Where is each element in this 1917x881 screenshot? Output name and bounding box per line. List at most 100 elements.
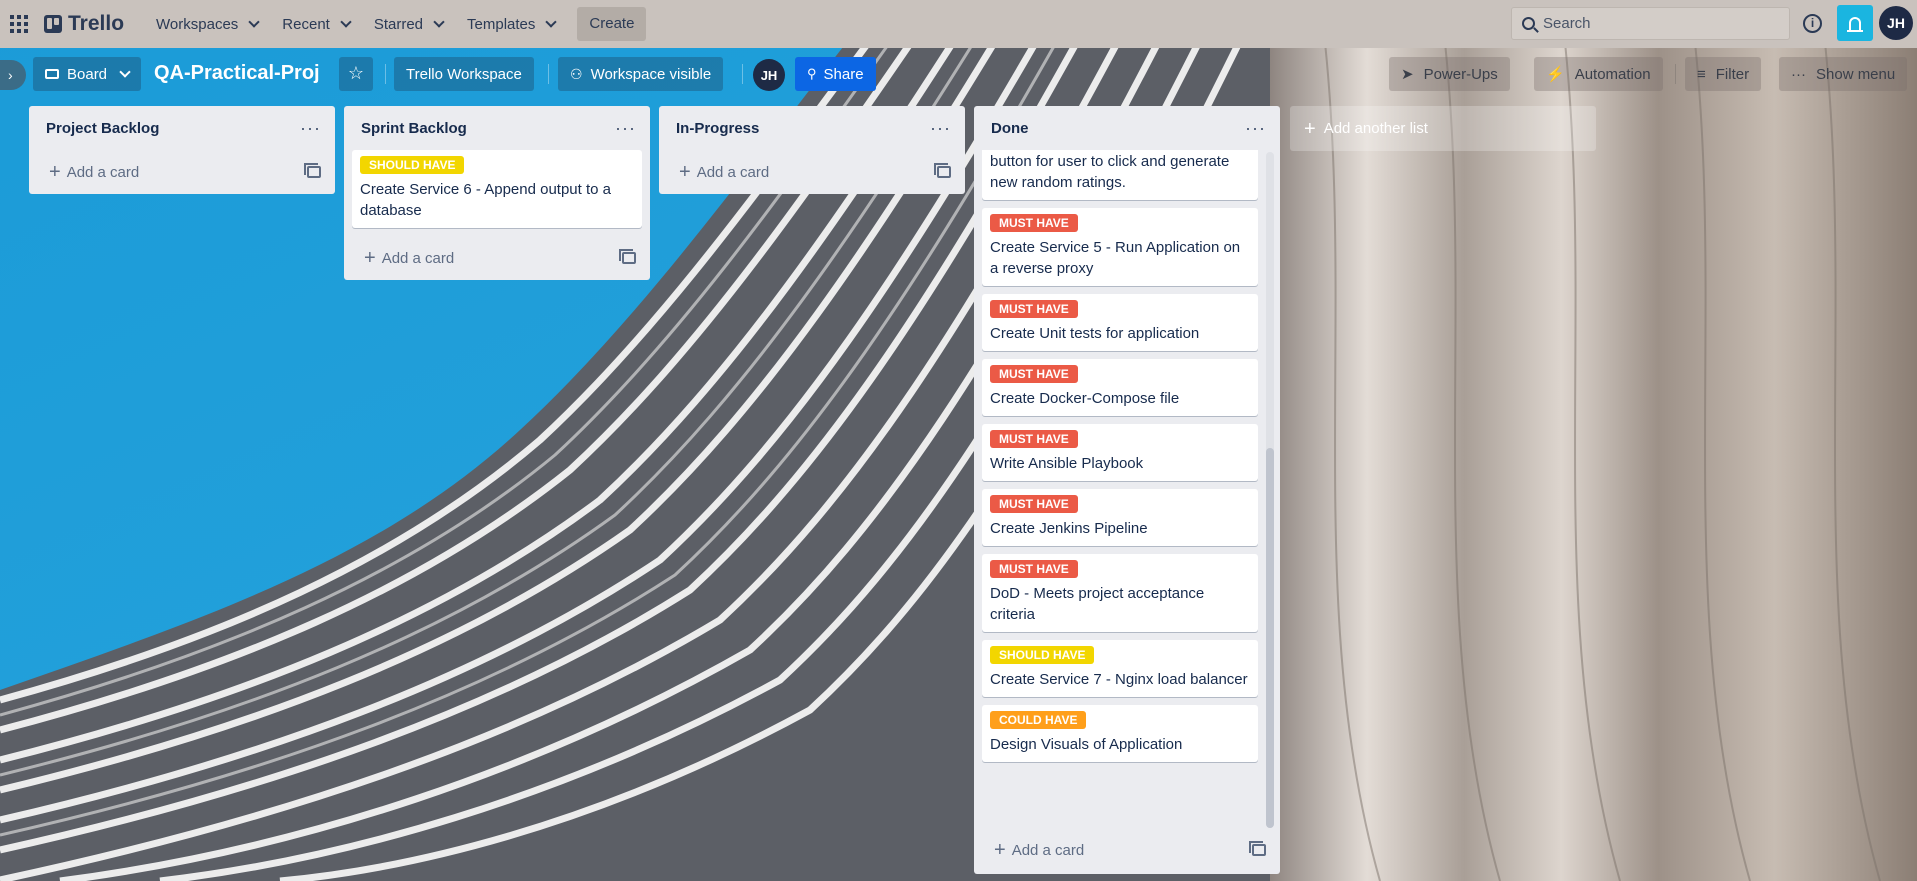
member-avatar[interactable]: JH: [753, 59, 785, 91]
chevron-down-icon: [119, 66, 131, 78]
list-menu-icon[interactable]: ···: [300, 119, 321, 137]
card-template-icon[interactable]: [304, 163, 321, 178]
add-card-label: Add a card: [381, 249, 455, 267]
add-card-button[interactable]: + Add a card: [29, 150, 335, 194]
add-card-label: Add a card: [1011, 841, 1085, 859]
trello-logo[interactable]: Trello: [44, 12, 124, 36]
add-list-button[interactable]: + Add another list: [1290, 106, 1596, 151]
bell-icon: [1847, 16, 1863, 32]
list-scrollbar[interactable]: [1266, 152, 1274, 828]
card[interactable]: MUST HAVE Create Docker-Compose file: [982, 359, 1258, 416]
list-header: In-Progress ···: [659, 106, 965, 150]
card[interactable]: SHOULD HAVE Create Service 6 - Append ou…: [352, 150, 642, 228]
list-header: Done ···: [974, 106, 1280, 150]
list-title[interactable]: In-Progress: [676, 120, 759, 137]
people-icon: ⚇: [570, 65, 583, 82]
notifications-button[interactable]: [1837, 5, 1873, 41]
card-label-must-have: MUST HAVE: [990, 495, 1078, 513]
share-label: Share: [823, 65, 864, 83]
nav-starred[interactable]: Starred: [362, 8, 455, 40]
divider: [385, 64, 386, 84]
workspace-button[interactable]: Trello Workspace: [394, 57, 534, 91]
plus-icon: +: [994, 839, 1006, 861]
add-list-label: Add another list: [1323, 120, 1428, 137]
list-menu-icon[interactable]: ···: [930, 119, 951, 137]
list-done: Done ··· from Service 1, 2, and 3. Also …: [974, 106, 1280, 874]
nav-templates-label: Templates: [467, 15, 536, 33]
automation-button[interactable]: ⚡ Automation: [1534, 57, 1663, 91]
app-switcher-icon[interactable]: [10, 14, 30, 34]
card-template-icon[interactable]: [1249, 841, 1266, 856]
card[interactable]: MUST HAVE Create Unit tests for applicat…: [982, 294, 1258, 351]
list-menu-icon[interactable]: ···: [615, 119, 636, 137]
card[interactable]: MUST HAVE Create Jenkins Pipeline: [982, 489, 1258, 546]
card-title: Create Service 6 - Append output to a da…: [360, 181, 611, 219]
nav-templates[interactable]: Templates: [455, 8, 567, 40]
list-in-progress: In-Progress ··· + Add a card: [659, 106, 965, 194]
card-title: Write Ansible Playbook: [990, 455, 1144, 472]
list-menu-icon[interactable]: ···: [1245, 119, 1266, 137]
divider: [548, 64, 549, 84]
card-template-icon[interactable]: [934, 163, 951, 178]
show-menu-button[interactable]: ··· Show menu: [1779, 57, 1908, 91]
card[interactable]: MUST HAVE DoD - Meets project acceptance…: [982, 554, 1258, 632]
plus-icon: +: [1304, 117, 1316, 140]
trello-logo-icon: [44, 15, 62, 33]
chevron-down-icon: [340, 16, 352, 28]
add-card-button[interactable]: + Add a card: [344, 236, 650, 280]
add-person-icon: ⚲: [807, 66, 817, 81]
card-label-must-have: MUST HAVE: [990, 365, 1078, 383]
card-label-should-have: SHOULD HAVE: [360, 156, 465, 174]
list-title[interactable]: Project Backlog: [46, 120, 159, 137]
board-view-switcher[interactable]: Board: [33, 57, 142, 91]
ellipsis-icon: ···: [1791, 65, 1806, 83]
search-placeholder: Search: [1543, 15, 1591, 32]
scrollbar-thumb[interactable]: [1266, 448, 1274, 828]
card[interactable]: MUST HAVE Create Service 5 - Run Applica…: [982, 208, 1258, 286]
nav-recent-label: Recent: [282, 15, 330, 33]
card-title: Design Visuals of Application: [990, 736, 1183, 753]
list-sprint-backlog: Sprint Backlog ··· SHOULD HAVE Create Se…: [344, 106, 650, 280]
chevron-down-icon: [545, 16, 558, 28]
card[interactable]: from Service 1, 2, and 3. Also provide b…: [982, 150, 1258, 200]
card-title: from Service 1, 2, and 3. Also provide b…: [990, 153, 1230, 191]
visibility-button[interactable]: ⚇ Workspace visible: [558, 57, 724, 91]
automation-label: Automation: [1574, 65, 1651, 83]
list-title[interactable]: Sprint Backlog: [361, 120, 467, 137]
add-card-label: Add a card: [66, 163, 140, 181]
nav-recent[interactable]: Recent: [270, 8, 362, 40]
power-ups-label: Power-Ups: [1423, 65, 1498, 83]
star-board-icon[interactable]: ☆: [339, 57, 373, 91]
board-icon: [45, 69, 59, 79]
card-title: Create Docker-Compose file: [990, 390, 1180, 407]
chevron-down-icon: [248, 16, 260, 28]
divider: [742, 64, 743, 84]
logo-text: Trello: [68, 12, 125, 35]
list-title[interactable]: Done: [991, 120, 1029, 137]
nav-workspaces[interactable]: Workspaces: [144, 8, 270, 40]
create-button[interactable]: Create: [577, 7, 647, 41]
account-avatar[interactable]: JH: [1879, 6, 1913, 40]
list-project-backlog: Project Backlog ··· + Add a card: [29, 106, 335, 194]
share-button[interactable]: ⚲ Share: [795, 57, 876, 91]
card-title: DoD - Meets project acceptance criteria: [990, 585, 1205, 623]
filter-button[interactable]: ≡ Filter: [1685, 57, 1762, 91]
card-template-icon[interactable]: [619, 249, 636, 264]
card[interactable]: COULD HAVE Design Visuals of Application: [982, 705, 1258, 762]
search-input[interactable]: Search: [1511, 7, 1790, 40]
plus-icon: +: [49, 161, 61, 183]
card-label-must-have: MUST HAVE: [990, 300, 1078, 318]
add-card-button[interactable]: + Add a card: [659, 150, 965, 194]
add-card-label: Add a card: [696, 163, 770, 181]
list-header: Project Backlog ···: [29, 106, 335, 150]
plus-icon: +: [364, 247, 376, 269]
list-cards-scroll-area[interactable]: from Service 1, 2, and 3. Also provide b…: [974, 150, 1266, 824]
card-title: Create Service 5 - Run Application on a …: [990, 239, 1241, 277]
add-card-button[interactable]: + Add a card: [974, 828, 1280, 872]
card[interactable]: SHOULD HAVE Create Service 7 - Nginx loa…: [982, 640, 1258, 697]
card[interactable]: MUST HAVE Write Ansible Playbook: [982, 424, 1258, 481]
nav-starred-label: Starred: [373, 15, 424, 33]
info-icon[interactable]: i: [1803, 14, 1822, 33]
board-title[interactable]: QA-Practical-Proj: [154, 62, 320, 85]
power-ups-button[interactable]: ➤ Power-Ups: [1389, 57, 1510, 91]
